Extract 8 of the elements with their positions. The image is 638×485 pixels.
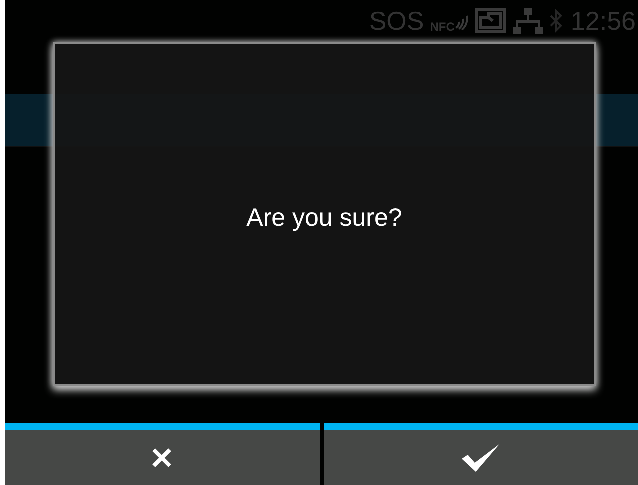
- cancel-button[interactable]: [5, 423, 320, 485]
- bluetooth-icon: [548, 9, 563, 33]
- close-icon: [151, 446, 174, 468]
- checkmark-icon: [460, 442, 501, 472]
- network-icon: [512, 7, 543, 35]
- confirm-button[interactable]: [324, 423, 638, 485]
- dialog-message: Are you sure?: [246, 204, 402, 232]
- card-icon: [474, 8, 507, 34]
